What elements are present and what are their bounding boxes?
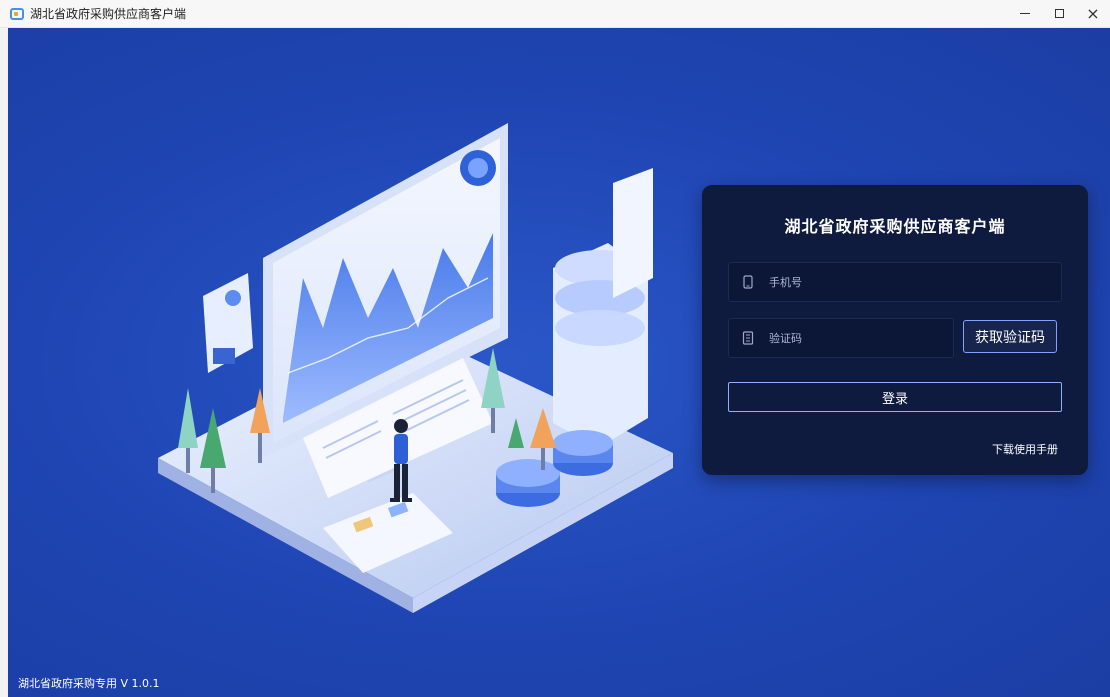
version-text: 湖北省政府采购专用 V 1.0.1 bbox=[18, 677, 160, 690]
download-manual-link[interactable]: 下载使用手册 bbox=[992, 441, 1058, 457]
main-stage: 湖北省政府采购供应商客户端 获取验证码 登录 下载使用手册 湖北省政府采购专用 … bbox=[8, 28, 1110, 697]
phone-icon bbox=[743, 275, 753, 289]
close-icon: × bbox=[1086, 3, 1100, 23]
window-title: 湖北省政府采购供应商客户端 bbox=[30, 7, 187, 21]
get-code-button[interactable]: 获取验证码 bbox=[963, 320, 1057, 353]
phone-input[interactable] bbox=[767, 274, 1061, 290]
login-button[interactable]: 登录 bbox=[728, 382, 1062, 412]
maximize-button[interactable] bbox=[1042, 0, 1076, 28]
maximize-icon bbox=[1054, 9, 1064, 18]
minimize-button[interactable] bbox=[1008, 0, 1042, 28]
close-button[interactable]: × bbox=[1076, 0, 1110, 28]
document-icon bbox=[742, 331, 754, 345]
window-controls: × bbox=[1008, 0, 1110, 28]
code-field[interactable] bbox=[728, 318, 954, 358]
app-icon bbox=[10, 7, 24, 20]
login-card: 湖北省政府采购供应商客户端 获取验证码 登录 下载使用手册 bbox=[702, 185, 1088, 475]
login-title: 湖北省政府采购供应商客户端 bbox=[784, 217, 1006, 236]
window-titlebar: 湖北省政府采购供应商客户端 × bbox=[0, 0, 1110, 28]
code-input[interactable] bbox=[767, 330, 953, 346]
phone-field[interactable] bbox=[728, 262, 1062, 302]
minimize-icon bbox=[1020, 13, 1030, 14]
hero-illustration bbox=[158, 123, 673, 613]
